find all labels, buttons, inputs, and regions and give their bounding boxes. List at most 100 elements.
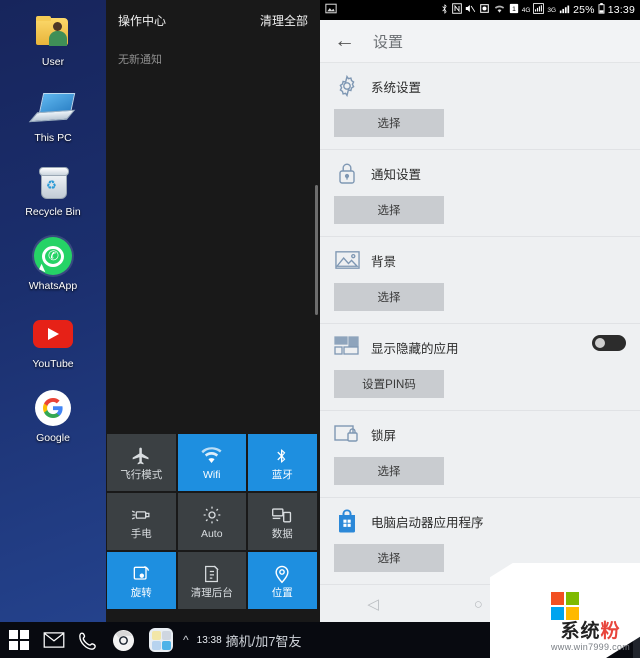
svg-text:1: 1 bbox=[512, 6, 516, 13]
tile-wifi[interactable]: Wifi bbox=[177, 434, 246, 491]
select-button[interactable]: 选择 bbox=[334, 283, 444, 311]
tile-location[interactable]: 位置 bbox=[248, 552, 317, 609]
tile-rotate[interactable]: 旋转 bbox=[107, 552, 176, 609]
alarm-icon bbox=[479, 3, 490, 17]
tile-label: 飞行模式 bbox=[120, 468, 163, 481]
tile-clear-background[interactable]: 清理后台 bbox=[177, 552, 246, 609]
select-button[interactable]: 选择 bbox=[334, 457, 444, 485]
desktop-icon-whatsapp[interactable]: ✆ WhatsApp bbox=[0, 234, 106, 292]
clear-background-icon bbox=[202, 563, 221, 585]
wifi-icon bbox=[493, 3, 506, 17]
hidden-apps-icon bbox=[334, 334, 360, 360]
network-4g-label: 4G bbox=[521, 6, 531, 14]
airplane-icon bbox=[131, 445, 151, 467]
select-button[interactable]: 选择 bbox=[334, 109, 444, 137]
shade-title: 操作中心 bbox=[118, 14, 167, 28]
computer-icon bbox=[0, 86, 106, 130]
tile-flashlight[interactable]: 手电 bbox=[107, 493, 176, 550]
show-hidden-icons-chevron[interactable]: ^ bbox=[183, 633, 189, 647]
page-title: 设置 bbox=[373, 33, 404, 51]
settings-row-background[interactable]: 背景 选择 bbox=[320, 237, 640, 324]
settings-row-pc-launcher[interactable]: 电脑启动器应用程序 选择 bbox=[320, 498, 640, 585]
mail-icon[interactable] bbox=[43, 632, 65, 648]
notification-shade: 操作中心 清理全部 无新通知 飞行模式 Wifi 蓝牙 手电 Auto 数据 旋… bbox=[106, 0, 320, 622]
whatsapp-icon: ✆ bbox=[0, 234, 106, 278]
tile-label: 清理后台 bbox=[190, 586, 233, 599]
bluetooth-icon bbox=[441, 3, 449, 18]
vibrate-icon bbox=[465, 3, 476, 17]
nav-recents-icon[interactable] bbox=[577, 596, 593, 612]
tile-label: 手电 bbox=[130, 527, 152, 540]
windows-store-icon bbox=[334, 508, 360, 534]
desktop-icon-label: YouTube bbox=[32, 358, 74, 370]
select-button[interactable]: 选择 bbox=[334, 196, 444, 224]
android-nav-bar: ◁ ○ bbox=[320, 586, 640, 622]
user-folder-icon bbox=[0, 10, 106, 54]
settings-list: 系统设置 选择 通知设置 选择 背景 选择 显示隐藏的应用 设置PIN码 锁屏 … bbox=[320, 63, 640, 622]
back-arrow-icon[interactable]: ← bbox=[334, 30, 355, 51]
status-bar: 1 4G 3G 25% 13:39 bbox=[320, 0, 640, 20]
3g-signal-icon bbox=[559, 3, 570, 17]
desktop-icon-label: Recycle Bin bbox=[25, 206, 81, 218]
phone-icon[interactable] bbox=[79, 631, 98, 650]
recycle-bin-icon: ♻ bbox=[0, 160, 106, 204]
row-label: 电脑启动器应用程序 bbox=[371, 515, 484, 530]
windows-taskbar: ^ 13:38 摘机/加7智友 bbox=[0, 622, 640, 658]
windows-desktop: User This PC ♻ Recycle Bin ✆ WhatsApp Yo… bbox=[0, 0, 106, 622]
row-label: 系统设置 bbox=[371, 80, 422, 95]
4g-signal-icon bbox=[533, 3, 545, 17]
tile-airplane-mode[interactable]: 飞行模式 bbox=[107, 434, 176, 491]
tile-label: Wifi bbox=[203, 468, 221, 481]
settings-row-notification[interactable]: 通知设置 选择 bbox=[320, 150, 640, 237]
desktop-icon-label: User bbox=[41, 56, 65, 68]
desktop-icon-recycle-bin[interactable]: ♻ Recycle Bin bbox=[0, 160, 106, 218]
tile-bluetooth[interactable]: 蓝牙 bbox=[248, 434, 317, 491]
desktop-icon-this-pc[interactable]: This PC bbox=[0, 86, 106, 144]
desktop-icon-google[interactable]: Google bbox=[0, 386, 106, 444]
clear-all-button[interactable]: 清理全部 bbox=[260, 12, 308, 29]
tile-label: 旋转 bbox=[130, 586, 152, 599]
select-button[interactable]: 选择 bbox=[334, 544, 444, 572]
settings-row-lockscreen[interactable]: 锁屏 选择 bbox=[320, 411, 640, 498]
wifi-icon bbox=[201, 445, 222, 467]
android-settings-screen: 1 4G 3G 25% 13:39 ← 设置 系统设置 选择 通知设置 选择 背… bbox=[320, 0, 640, 622]
no-notifications-text: 无新通知 bbox=[118, 54, 162, 66]
desktop-icon-user[interactable]: User bbox=[0, 10, 106, 68]
app-folder-icon[interactable] bbox=[149, 628, 173, 652]
shade-scrollbar[interactable] bbox=[315, 185, 318, 315]
nav-home-icon[interactable]: ○ bbox=[474, 596, 483, 613]
tile-label: 蓝牙 bbox=[271, 468, 293, 481]
show-desktop-button[interactable] bbox=[633, 622, 640, 658]
mobile-data-icon bbox=[271, 504, 293, 526]
tile-mobile-data[interactable]: 数据 bbox=[248, 493, 317, 550]
tile-auto-brightness[interactable]: Auto bbox=[177, 493, 246, 550]
chrome-icon[interactable] bbox=[112, 629, 135, 652]
taskbar-tray-text: 摘机/加7智友 bbox=[225, 633, 302, 649]
settings-row-system[interactable]: 系统设置 选择 bbox=[320, 63, 640, 150]
shade-header: 操作中心 清理全部 bbox=[106, 0, 320, 29]
start-icon[interactable] bbox=[9, 630, 29, 650]
row-label: 显示隐藏的应用 bbox=[371, 341, 459, 356]
image-icon bbox=[334, 247, 360, 273]
settings-app-bar: ← 设置 bbox=[320, 20, 640, 63]
google-icon bbox=[0, 386, 106, 430]
screenshot-icon bbox=[325, 3, 337, 17]
desktop-icon-youtube[interactable]: YouTube bbox=[0, 312, 106, 370]
nav-back-icon[interactable]: ◁ bbox=[367, 595, 379, 613]
tile-label: Auto bbox=[200, 527, 223, 540]
bluetooth-icon bbox=[274, 445, 290, 467]
battery-icon bbox=[598, 3, 605, 17]
flashlight-icon bbox=[130, 504, 152, 526]
brightness-icon bbox=[202, 504, 222, 526]
quick-settings-tiles: 飞行模式 Wifi 蓝牙 手电 Auto 数据 旋转 清理后台 位置 bbox=[106, 434, 320, 609]
set-pin-button[interactable]: 设置PIN码 bbox=[334, 370, 444, 398]
hidden-apps-toggle[interactable] bbox=[592, 335, 626, 351]
battery-percent: 25% bbox=[573, 4, 595, 16]
row-label: 锁屏 bbox=[371, 428, 397, 443]
settings-row-hidden-apps[interactable]: 显示隐藏的应用 设置PIN码 bbox=[320, 324, 640, 411]
location-icon bbox=[273, 563, 291, 585]
desktop-icon-label: WhatsApp bbox=[28, 280, 78, 292]
taskbar-clock[interactable]: 13:38 bbox=[197, 635, 222, 646]
youtube-icon bbox=[0, 312, 106, 356]
row-label: 背景 bbox=[371, 254, 397, 269]
